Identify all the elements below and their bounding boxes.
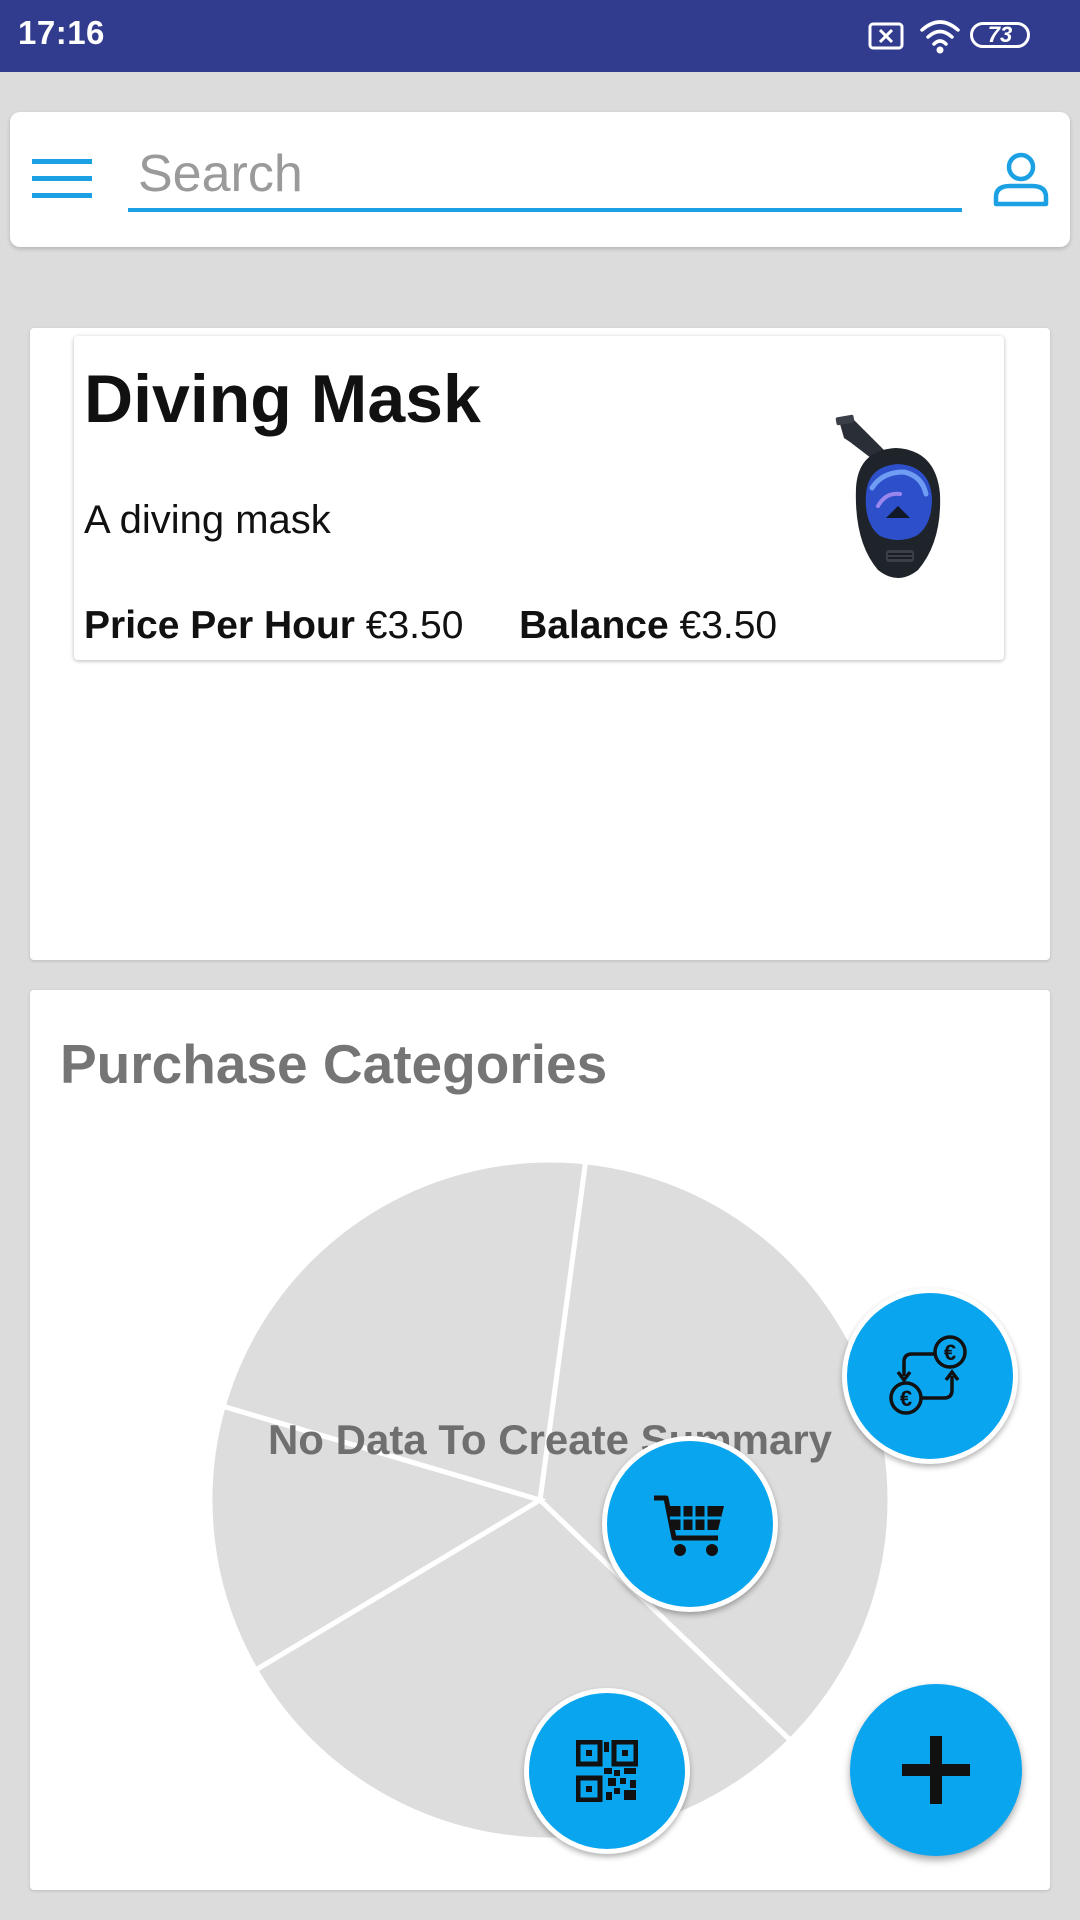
price-label: Price Per Hour [84,604,355,647]
item-title: Diving Mask [84,361,481,437]
pie-empty-message: No Data To Create Summary [267,1416,833,1463]
status-icons: 73 [866,16,1066,56]
item-card[interactable]: Diving Mask A diving mask Price Per Hour… [74,336,1004,660]
plus-icon [902,1736,970,1804]
hamburger-menu-icon[interactable] [32,157,96,201]
svg-text:€: € [944,1340,956,1365]
item-description: A diving mask [84,498,331,542]
diving-mask-image [835,414,941,578]
qr-code-icon [576,1740,638,1802]
battery-icon: 73 [970,22,1030,48]
qr-code-button[interactable] [524,1688,690,1854]
svg-text:€: € [900,1386,912,1411]
currency-exchange-icon: € € [889,1335,967,1415]
item-meta: Price Per Hour €3.50 Balance €3.50 [84,604,777,648]
balance-value: €3.50 [679,604,778,647]
wifi-icon [920,20,960,54]
add-button[interactable] [850,1684,1022,1856]
price-value: €3.50 [365,604,464,647]
search-bar [10,112,1070,247]
sim-error-icon [868,22,904,50]
items-panel: Diving Mask A diving mask Price Per Hour… [30,328,1050,960]
status-bar: 17:16 73 [0,0,1080,72]
status-time: 17:16 [18,14,105,51]
currency-exchange-button[interactable]: € € [842,1288,1018,1464]
shopping-cart-button[interactable] [602,1436,778,1612]
shopping-cart-icon [654,1495,724,1556]
search-input[interactable] [128,140,962,212]
balance-label: Balance [519,604,669,647]
battery-level: 73 [987,22,1013,47]
profile-icon[interactable] [992,150,1050,208]
purchase-categories-title: Purchase Categories [60,1033,608,1095]
